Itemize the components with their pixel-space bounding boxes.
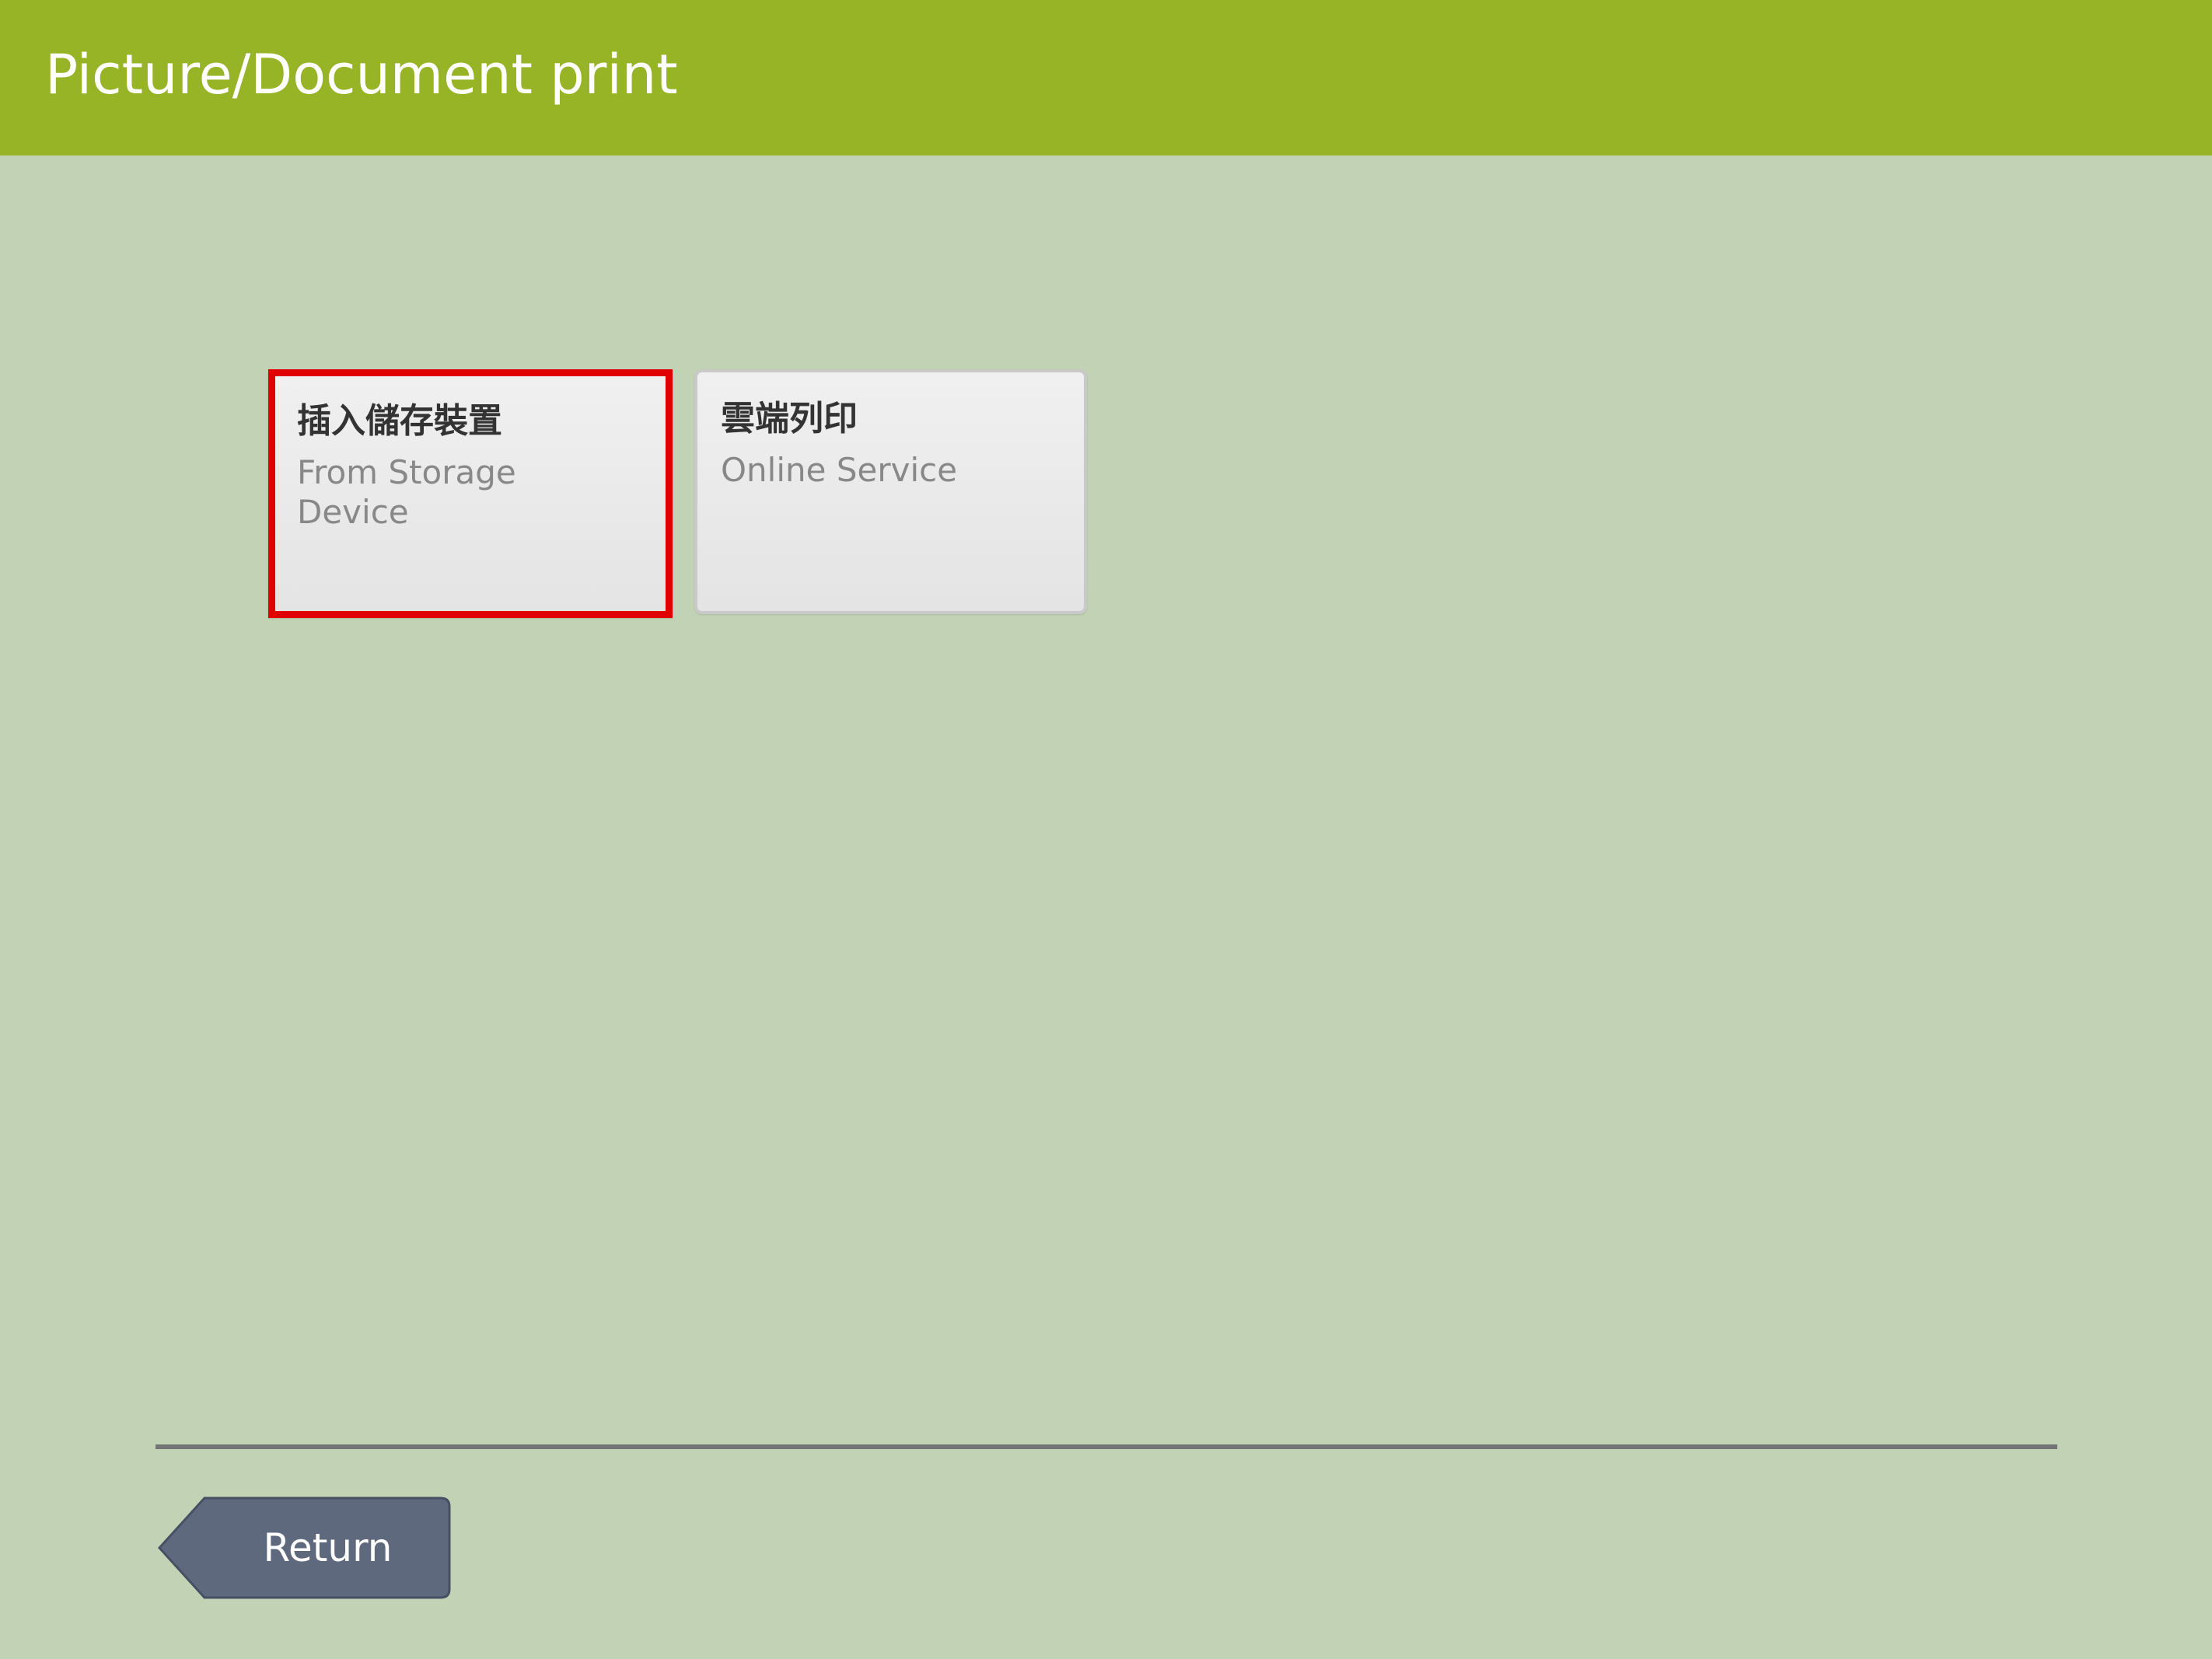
footer-divider — [156, 1444, 2057, 1449]
header-bar: Picture/Document print — [0, 0, 2212, 155]
storage-device-subtitle: From Storage Device — [297, 453, 516, 531]
storage-device-title: 插入儲存裝置 — [297, 401, 502, 441]
print-screen: Picture/Document print 插入儲存裝置 From Stora… — [0, 0, 2212, 1659]
online-service-option[interactable]: 雲端列印 Online Service — [694, 369, 1087, 614]
storage-device-option[interactable]: 插入儲存裝置 From Storage Device — [268, 369, 673, 618]
return-label: Return — [263, 1525, 393, 1570]
return-button[interactable]: Return — [158, 1497, 451, 1599]
online-service-title: 雲端列印 — [721, 399, 858, 438]
page-title: Picture/Document print — [45, 43, 678, 107]
online-service-subtitle: Online Service — [721, 451, 958, 489]
